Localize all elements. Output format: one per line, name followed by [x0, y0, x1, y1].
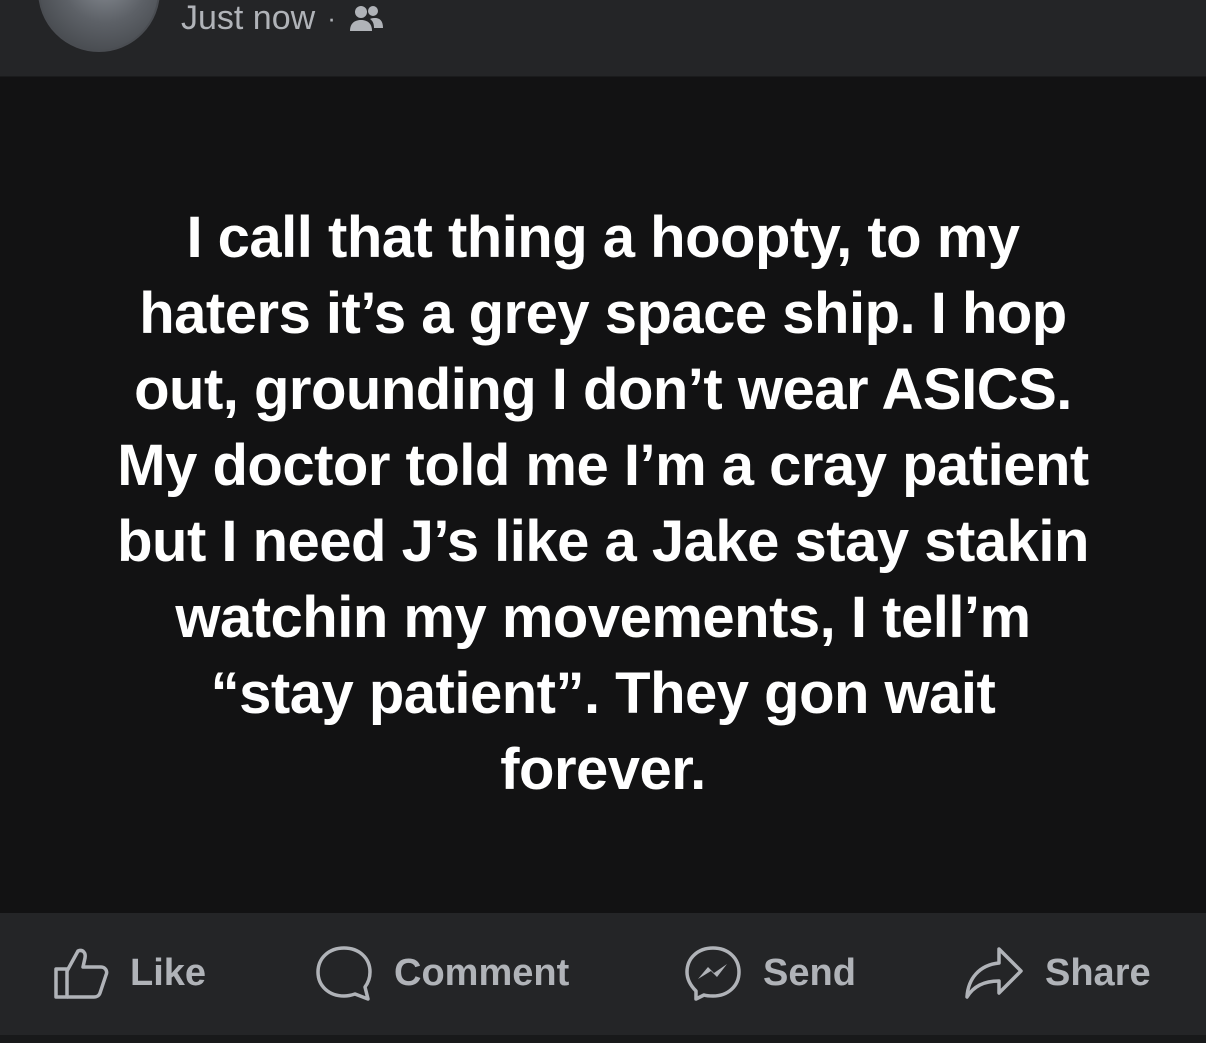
messenger-icon: [685, 946, 741, 1001]
send-button[interactable]: Send: [683, 941, 856, 1005]
post-timestamp[interactable]: Just now: [181, 0, 315, 38]
post-meta: Just now ·: [181, 0, 384, 38]
meta-separator: ·: [327, 2, 336, 33]
share-label: Share: [1045, 951, 1151, 994]
share-arrow-icon: [965, 947, 1023, 999]
friends-icon[interactable]: [348, 3, 384, 33]
like-button[interactable]: Like: [52, 941, 206, 1005]
divider: [0, 1035, 1206, 1043]
send-label: Send: [763, 951, 856, 994]
comment-bubble-icon: [316, 946, 372, 1001]
comment-button[interactable]: Comment: [314, 941, 569, 1005]
post-header: Just now ·: [0, 0, 1206, 77]
share-button[interactable]: Share: [963, 941, 1151, 1005]
comment-label: Comment: [394, 951, 570, 994]
action-bar: Like Comment Send Share: [0, 913, 1206, 1035]
post-background: I call that thing a hoopty, to my haters…: [0, 77, 1206, 913]
post-text: I call that thing a hoopty, to my haters…: [117, 205, 1089, 802]
thumbs-up-icon: [54, 948, 109, 999]
like-label: Like: [130, 951, 207, 994]
avatar[interactable]: [38, 0, 160, 52]
